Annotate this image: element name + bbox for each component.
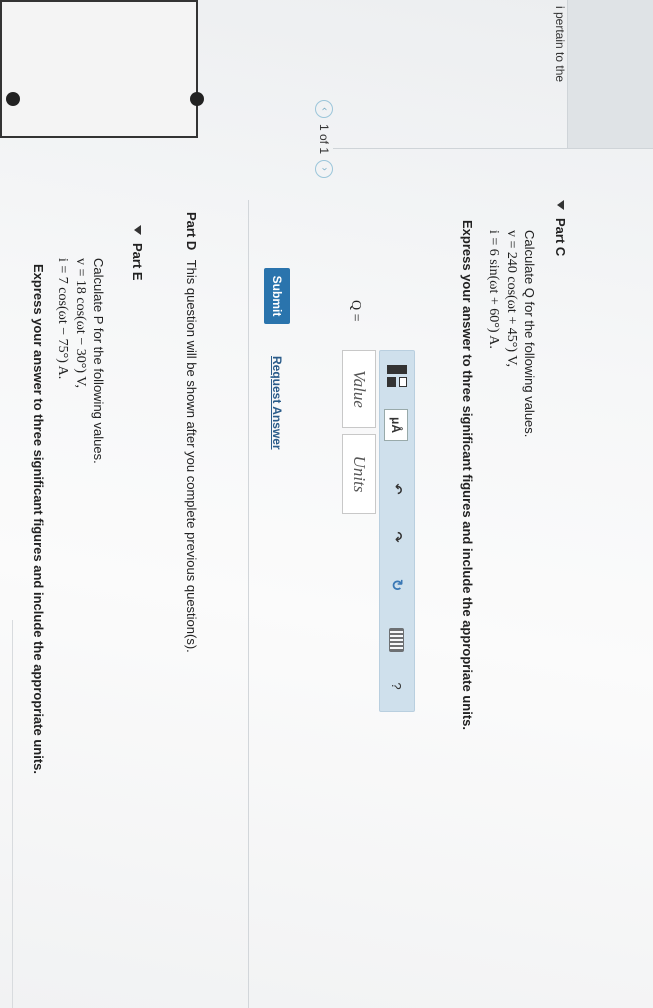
page: i pertain to the ‹ 1 of 1 › Part C Calcu… (0, 0, 653, 1008)
part-e-voltage-equation: v = 18 cos(ωt − 30°) V, (73, 258, 88, 389)
part-e-question: Calculate P for the following values. (91, 258, 106, 464)
chevron-right-icon: › (319, 167, 330, 171)
part-d-row: Part D This question will be shown after… (184, 212, 199, 653)
reset-button[interactable]: ↻ (386, 575, 408, 595)
intro-text: i pertain to the (553, 6, 567, 83)
help-button[interactable]: ? (386, 677, 408, 695)
divider (333, 148, 653, 149)
redo-icon: ↷ (390, 531, 405, 543)
part-d-message: This question will be shown after you co… (184, 259, 199, 653)
node-dot (6, 92, 20, 106)
prev-page-button[interactable]: ‹ (315, 100, 333, 118)
pagination: ‹ 1 of 1 › (315, 100, 333, 179)
part-c-voltage-equation: v = 240 cos(ωt + 45°) V, (504, 230, 519, 368)
units-button[interactable]: μÅ (384, 409, 408, 441)
value-placeholder: Value (350, 370, 369, 408)
page-indicator: 1 of 1 (317, 124, 331, 155)
answer-toolbar: μÅ ↶ ↷ ↻ ? (379, 350, 415, 712)
redo-button[interactable]: ↷ (386, 527, 408, 547)
next-page-button[interactable]: › (315, 160, 333, 179)
circuit-figure (0, 0, 204, 138)
reset-icon: ↻ (388, 578, 405, 592)
part-c-header[interactable]: Part C (553, 200, 568, 256)
part-c-instruction: Express your answer to three significant… (460, 220, 475, 730)
part-c-current-equation: i = 6 sin(ωt + 60°) A. (486, 230, 501, 349)
section-divider (248, 200, 249, 1008)
chevron-left-icon: ‹ (319, 107, 330, 111)
request-answer-link[interactable]: Request Answer (270, 356, 284, 450)
template-icon (387, 365, 407, 387)
caret-down-icon (134, 225, 141, 235)
units-placeholder: Units (350, 455, 369, 493)
part-e-instruction: Express your answer to three significant… (31, 264, 46, 774)
node-dot (190, 92, 204, 106)
intro-panel (567, 0, 653, 148)
answer-label: Q = (348, 300, 363, 322)
part-c-title: Part C (553, 218, 568, 257)
part-c-question: Calculate Q for the following values. (522, 230, 537, 438)
part-e-title: Part E (130, 243, 145, 281)
part-e-current-equation: i = 7 cos(ωt − 75°) A. (55, 258, 70, 380)
units-label: μÅ (389, 416, 403, 433)
undo-button[interactable]: ↶ (386, 479, 408, 499)
help-icon: ? (389, 682, 405, 690)
submit-button[interactable]: Submit (264, 268, 290, 324)
units-input[interactable]: Units (342, 434, 376, 514)
part-d-title: Part D (184, 212, 199, 251)
keyboard-button[interactable] (386, 627, 408, 653)
part-e-header[interactable]: Part E (130, 225, 145, 281)
keyboard-icon (389, 628, 405, 652)
divider (12, 620, 13, 1008)
undo-icon: ↶ (390, 483, 405, 495)
value-input[interactable]: Value (342, 350, 376, 428)
templates-button[interactable] (386, 361, 408, 391)
caret-down-icon (557, 200, 564, 210)
